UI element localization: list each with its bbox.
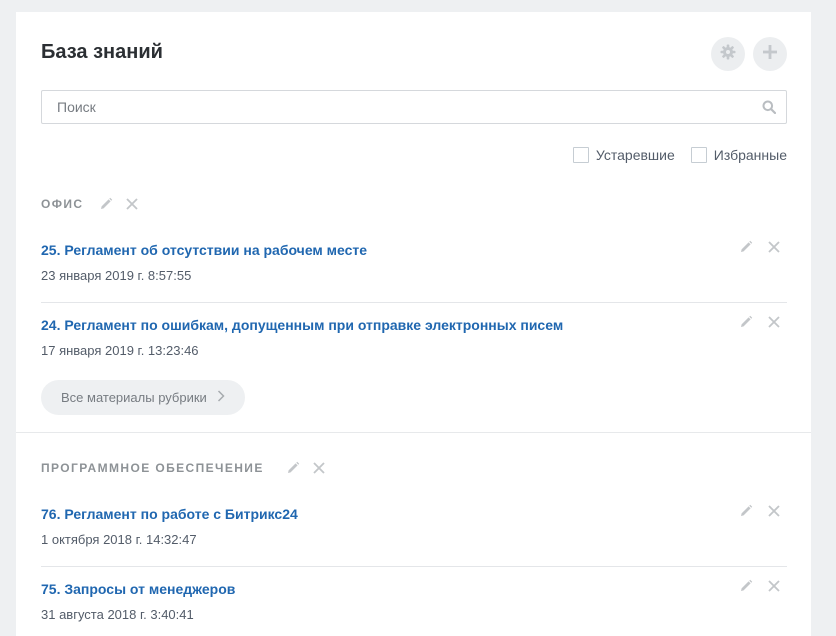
search-icon[interactable] — [752, 100, 786, 114]
page-title: База знаний — [41, 41, 163, 63]
filters: Устаревшие Избранные — [572, 147, 787, 163]
filter-outdated-label: Устаревшие — [595, 147, 675, 163]
section-divider — [16, 432, 811, 433]
close-icon[interactable] — [767, 579, 781, 598]
add-button[interactable] — [753, 37, 787, 71]
article-tools — [739, 579, 781, 598]
filter-outdated[interactable]: Устаревшие — [572, 147, 675, 163]
all-section-materials-button[interactable]: Все материалы рубрики — [41, 380, 245, 415]
section-title-label: ОФИС — [41, 197, 84, 211]
search-input[interactable] — [57, 99, 752, 115]
article-title-link[interactable]: 24. Регламент по ошибкам, допущенным при… — [41, 317, 563, 333]
knowledge-base-panel: База знаний Поиск Устаревшие Избранные О… — [16, 12, 811, 636]
article-item: 76. Регламент по работе с Битрикс24 1 ок… — [41, 494, 787, 569]
pencil-icon[interactable] — [286, 461, 300, 475]
favorites-checkbox[interactable] — [690, 147, 707, 163]
close-icon[interactable] — [767, 240, 781, 259]
close-icon[interactable] — [767, 504, 781, 523]
article-title-link[interactable]: 76. Регламент по работе с Битрикс24 — [41, 506, 298, 522]
section-title-label: ПРОГРАММНОЕ ОБЕСПЕЧЕНИЕ — [41, 461, 264, 475]
article-item: 24. Регламент по ошибкам, допущенным при… — [41, 305, 787, 380]
article-tools — [739, 240, 781, 259]
pencil-icon[interactable] — [99, 197, 113, 211]
article-date: 23 января 2019 г. 8:57:55 — [41, 268, 192, 283]
close-icon[interactable] — [312, 461, 326, 475]
pencil-icon[interactable] — [739, 240, 753, 259]
all-materials-label: Все материалы рубрики — [61, 390, 207, 405]
article-item: 25. Регламент об отсутствии на рабочем м… — [41, 230, 787, 305]
filter-favorites-label: Избранные — [713, 147, 787, 163]
article-date: 31 августа 2018 г. 3:40:41 — [41, 607, 194, 622]
article-tools — [739, 504, 781, 523]
gear-icon — [720, 44, 736, 65]
article-date: 17 января 2019 г. 13:23:46 — [41, 343, 199, 358]
search-field[interactable] — [41, 90, 787, 124]
article-title-link[interactable]: 25. Регламент об отсутствии на рабочем м… — [41, 242, 367, 258]
divider — [41, 566, 787, 567]
divider — [41, 302, 787, 303]
section-title-software: ПРОГРАММНОЕ ОБЕСПЕЧЕНИЕ — [41, 461, 326, 475]
plus-icon — [763, 44, 777, 64]
pencil-icon[interactable] — [739, 504, 753, 523]
chevron-right-icon — [217, 390, 225, 405]
close-icon[interactable] — [125, 197, 139, 211]
pencil-icon[interactable] — [739, 579, 753, 598]
filter-favorites[interactable]: Избранные — [690, 147, 787, 163]
article-date: 1 октября 2018 г. 14:32:47 — [41, 532, 197, 547]
pencil-icon[interactable] — [739, 315, 753, 334]
settings-button[interactable] — [711, 37, 745, 71]
article-tools — [739, 315, 781, 334]
article-title-link[interactable]: 75. Запросы от менеджеров — [41, 581, 235, 597]
article-item: 75. Запросы от менеджеров 31 августа 201… — [41, 569, 787, 636]
outdated-checkbox[interactable] — [572, 147, 589, 163]
close-icon[interactable] — [767, 315, 781, 334]
section-title-office: ОФИС — [41, 197, 139, 211]
